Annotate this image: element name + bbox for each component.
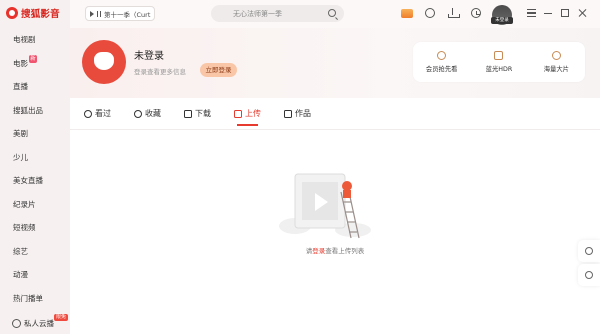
- app-logo[interactable]: 搜狐影音: [6, 6, 60, 20]
- sidebar-item-tv[interactable]: 电视剧: [0, 28, 70, 52]
- menu-icon[interactable]: [527, 9, 536, 17]
- help-float-button[interactable]: [578, 264, 600, 286]
- title-bar: 第十一季（Curt 无心法师第一季 未登录: [70, 0, 600, 28]
- pause-icon: [97, 10, 101, 17]
- sidebar-item-us-drama[interactable]: 美剧: [0, 122, 70, 146]
- close-icon[interactable]: [578, 8, 588, 18]
- tab-label: 下载: [195, 109, 211, 118]
- profile-header: 未登录 登录查看更多信息 立即登录 会员抢先看 蓝光HDR 海量大片: [70, 28, 600, 98]
- tab-label: 作品: [295, 109, 311, 118]
- perk-label: 蓝光HDR: [485, 66, 513, 73]
- search-input[interactable]: 无心法师第一季: [211, 5, 344, 22]
- heart-icon: [134, 109, 142, 118]
- sidebar: 搜狐影音 电视剧 电影新 直播 搜狐出品 美剧 少儿 美女直播 纪录片 短视频 …: [0, 0, 70, 334]
- vip-perks-card[interactable]: 会员抢先看 蓝光HDR 海量大片: [413, 42, 585, 82]
- sidebar-item-label: 美女直播: [13, 176, 43, 185]
- app-name: 搜狐影音: [21, 9, 60, 20]
- tab-label: 看过: [95, 109, 111, 118]
- mini-player-title: 第十一季（Curt: [104, 10, 151, 19]
- empty-state-message: 请登录查看上传列表: [70, 245, 600, 255]
- sohu-logo-icon: [6, 7, 18, 19]
- empty-suffix: 查看上传列表: [325, 247, 365, 255]
- tab-downloads[interactable]: 下载: [184, 98, 211, 130]
- maximize-icon[interactable]: [561, 9, 569, 17]
- hdr-icon: [494, 51, 504, 60]
- tab-watched[interactable]: 看过: [84, 98, 111, 130]
- profile-hint: 登录查看更多信息: [134, 68, 186, 76]
- sidebar-item-label: 少儿: [13, 152, 28, 162]
- new-badge: 新: [29, 54, 37, 63]
- layers-icon: [551, 51, 561, 60]
- sidebar-item-live[interactable]: 直播: [0, 75, 70, 99]
- sidebar-item-beauty-live[interactable]: 美女直播: [0, 169, 70, 193]
- main-content: 未登录 登录查看更多信息 立即登录 会员抢先看 蓝光HDR 海量大片 看过 收藏: [70, 28, 600, 334]
- tab-works[interactable]: 作品: [284, 98, 311, 130]
- profile-name: 未登录: [134, 51, 164, 62]
- avatar[interactable]: 未登录: [491, 5, 513, 25]
- sidebar-item-label: 动漫: [13, 270, 28, 279]
- sidebar-item-kids[interactable]: 少儿: [0, 146, 70, 170]
- perk-label: 会员抢先看: [425, 66, 458, 73]
- avatar-login-tag: 未登录: [491, 17, 513, 24]
- mini-player[interactable]: 第十一季（Curt: [85, 6, 155, 21]
- perk-label: 海量大片: [543, 66, 569, 73]
- empty-state-illustration: [279, 173, 371, 239]
- tab-label: 收藏: [145, 109, 161, 118]
- profile-tabs: 看过 收藏 下载 上传 作品: [70, 98, 600, 130]
- clock-icon: [84, 109, 92, 118]
- cloud-icon: [12, 318, 21, 328]
- sidebar-item-label: 短视频: [13, 223, 36, 232]
- tab-label: 上传: [245, 109, 261, 118]
- sidebar-item-label: 搜狐出品: [13, 105, 43, 115]
- search-placeholder: 无心法师第一季: [233, 9, 282, 18]
- sidebar-nav: 电视剧 电影新 直播 搜狐出品 美剧 少儿 美女直播 纪录片 短视频 综艺 动漫…: [0, 28, 70, 310]
- sidebar-item-label: 综艺: [13, 246, 28, 256]
- sidebar-item-short-video[interactable]: 短视频: [0, 216, 70, 240]
- perk-early-access[interactable]: 会员抢先看: [413, 42, 470, 82]
- sidebar-item-documentary[interactable]: 纪录片: [0, 193, 70, 217]
- play-circle-icon: [437, 51, 447, 60]
- feedback-icon: [585, 247, 593, 255]
- play-icon[interactable]: [90, 10, 94, 17]
- sidebar-item-label: 电视剧: [13, 35, 36, 44]
- download-icon[interactable]: [448, 8, 460, 19]
- chat-icon: [585, 271, 593, 279]
- free-badge: 限免: [54, 314, 69, 321]
- download-icon: [184, 109, 192, 118]
- perk-massive-movies[interactable]: 海量大片: [528, 42, 585, 82]
- sidebar-item-anime[interactable]: 动漫: [0, 263, 70, 287]
- fox-mascot: [342, 181, 352, 198]
- minimize-icon[interactable]: [544, 13, 552, 15]
- feedback-float-button[interactable]: [578, 240, 600, 262]
- sidebar-item-label: 纪录片: [13, 199, 36, 209]
- private-cloud-button[interactable]: 私人云播 限免: [0, 314, 70, 332]
- profile-avatar[interactable]: [82, 40, 126, 84]
- vip-icon[interactable]: [401, 9, 413, 18]
- sidebar-item-label: 热门播单: [13, 293, 43, 303]
- sidebar-item-hot-playlist[interactable]: 热门播单: [0, 287, 70, 311]
- sidebar-item-variety[interactable]: 综艺: [0, 240, 70, 264]
- sidebar-item-label: 电影: [13, 58, 28, 68]
- tab-uploads[interactable]: 上传: [234, 98, 261, 130]
- sidebar-item-label: 美剧: [13, 129, 28, 138]
- login-link[interactable]: 登录: [312, 247, 325, 255]
- login-button[interactable]: 立即登录: [200, 63, 237, 77]
- upload-icon: [234, 109, 242, 118]
- sidebar-item-sohu-original[interactable]: 搜狐出品: [0, 99, 70, 123]
- video-icon: [284, 109, 292, 118]
- history-icon[interactable]: [471, 8, 481, 18]
- perk-bluray-hdr[interactable]: 蓝光HDR: [470, 42, 527, 82]
- private-cloud-label: 私人云播: [24, 318, 54, 328]
- sidebar-item-movie[interactable]: 电影新: [0, 52, 70, 76]
- tab-favorites[interactable]: 收藏: [134, 98, 161, 130]
- skin-icon[interactable]: [425, 8, 435, 18]
- search-icon[interactable]: [328, 9, 336, 17]
- sidebar-item-label: 直播: [13, 82, 28, 91]
